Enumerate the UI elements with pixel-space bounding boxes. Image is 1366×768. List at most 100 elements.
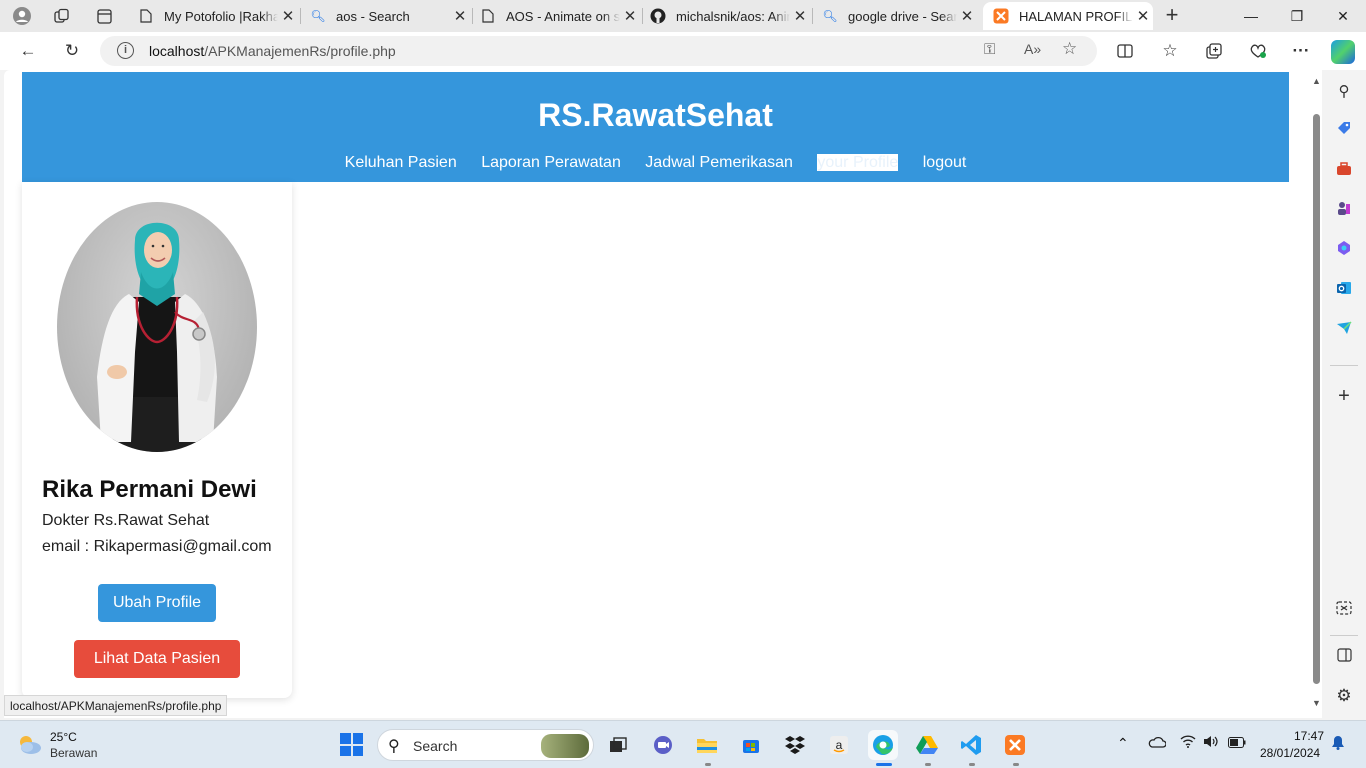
tab-title: My Potofolio |Rakha	[164, 8, 278, 24]
browser-toolbar: ← ↻ i localhost/APKManajemenRs/profile.p…	[0, 32, 1366, 70]
scroll-up-arrow-icon[interactable]: ▲	[1312, 76, 1321, 86]
notification-bell-icon[interactable]	[1331, 735, 1345, 753]
games-icon[interactable]	[1332, 200, 1356, 224]
tab-halaman-profile[interactable]: HALAMAN PROFILE ✕	[983, 2, 1153, 30]
xampp-icon	[993, 8, 1009, 24]
start-button[interactable]	[340, 733, 363, 756]
shopping-tag-icon[interactable]	[1332, 120, 1356, 144]
volume-icon[interactable]	[1203, 735, 1219, 751]
address-url[interactable]: localhost/APKManajemenRs/profile.php	[149, 43, 396, 59]
clock-time[interactable]: 17:47	[1294, 729, 1324, 743]
teams-chat-icon[interactable]	[648, 730, 678, 760]
clock-date[interactable]: 28/01/2024	[1260, 746, 1320, 760]
dropbox-icon[interactable]	[780, 730, 810, 760]
favorite-star-icon[interactable]: ☆	[1062, 39, 1077, 59]
back-button[interactable]: ←	[14, 39, 42, 63]
onedrive-cloud-icon[interactable]	[1148, 735, 1167, 751]
minimize-button[interactable]: —	[1228, 0, 1274, 32]
edit-profile-button[interactable]: Ubah Profile	[98, 584, 216, 622]
microsoft-365-icon[interactable]	[1332, 240, 1356, 264]
scroll-down-arrow-icon[interactable]: ▼	[1312, 698, 1321, 708]
tab-portfolio[interactable]: My Potofolio |Rakha ✕	[138, 2, 298, 30]
search-icon: 🔍︎	[822, 9, 838, 23]
settings-gear-icon[interactable]: ⚙	[1332, 684, 1356, 708]
address-bar[interactable]: i localhost/APKManajemenRs/profile.php ⚿…	[100, 36, 1097, 66]
close-tab-icon[interactable]: ✕	[620, 7, 640, 25]
taskbar-search[interactable]: ⚲ Search	[377, 729, 594, 761]
nav-logout[interactable]: logout	[923, 154, 967, 171]
amazon-icon[interactable]: a	[824, 730, 854, 760]
edge-sidebar: ⚲ + ⚙	[1322, 70, 1366, 718]
site-title: RS.RawatSehat	[538, 97, 773, 133]
file-explorer-icon[interactable]	[692, 730, 722, 760]
profile-card: Rika Permani Dewi Dokter Rs.Rawat Sehat …	[22, 182, 292, 698]
nav-your-profile[interactable]: your Profile	[817, 154, 899, 171]
nav-your-profile-label: your Profile	[817, 154, 899, 171]
tab-aos-animate[interactable]: AOS - Animate on scroll ✕	[480, 2, 640, 30]
site-info-icon[interactable]: i	[117, 42, 134, 59]
favorites-icon[interactable]: ☆	[1156, 39, 1184, 63]
weather-description[interactable]: Berawan	[50, 746, 97, 760]
wifi-icon[interactable]	[1180, 735, 1196, 751]
new-tab-button[interactable]: +	[1160, 4, 1184, 28]
search-icon[interactable]: ⚲	[1332, 80, 1356, 104]
close-tab-icon[interactable]: ✕	[957, 7, 977, 25]
active-indicator	[876, 763, 892, 766]
tab-title: aos - Search	[336, 8, 410, 24]
copilot-icon[interactable]	[1331, 40, 1355, 64]
sidebar-divider	[1330, 635, 1358, 636]
key-icon[interactable]: ⚿	[984, 41, 995, 58]
close-window-button[interactable]: ✕	[1320, 0, 1366, 32]
collections-icon[interactable]	[1200, 39, 1228, 63]
running-indicator	[969, 763, 975, 766]
screenshot-icon[interactable]	[1332, 600, 1356, 624]
close-tab-icon[interactable]: ✕	[450, 7, 470, 25]
tab-title: michalsnik/aos: Animate	[676, 8, 790, 24]
tools-briefcase-icon[interactable]	[1332, 160, 1356, 184]
tab-separator	[472, 8, 473, 24]
drop-send-icon[interactable]	[1332, 320, 1356, 344]
google-drive-icon[interactable]	[912, 730, 942, 760]
tab-aos-search[interactable]: 🔍︎ aos - Search ✕	[310, 2, 470, 30]
close-tab-icon[interactable]: ✕	[790, 7, 810, 25]
xampp-icon[interactable]	[1000, 730, 1030, 760]
nav-keluhan-pasien[interactable]: Keluhan Pasien	[345, 154, 457, 171]
weather-temperature[interactable]: 25°C	[50, 730, 77, 744]
browser-essentials-icon[interactable]	[1244, 39, 1272, 63]
github-icon	[650, 8, 666, 24]
hide-sidebar-icon[interactable]	[1332, 646, 1356, 670]
battery-icon[interactable]	[1228, 735, 1246, 751]
microsoft-store-icon[interactable]	[736, 730, 766, 760]
read-aloud-icon[interactable]: A»	[1024, 41, 1041, 57]
workspaces-icon[interactable]	[48, 4, 76, 28]
more-options-icon[interactable]: ···	[1287, 39, 1315, 63]
outlook-icon[interactable]	[1332, 280, 1356, 304]
search-icon: 🔍︎	[310, 9, 326, 23]
close-tab-icon[interactable]: ✕	[1133, 7, 1153, 25]
cloudy-weather-icon[interactable]	[16, 733, 42, 755]
task-view-icon[interactable]	[603, 730, 633, 760]
tab-github[interactable]: michalsnik/aos: Animate ✕	[650, 2, 810, 30]
profile-email: email : Rikapermasi@gmail.com	[42, 538, 272, 555]
show-hidden-icons-icon[interactable]: ⌃	[1117, 735, 1129, 752]
scrollbar-thumb[interactable]	[1313, 114, 1320, 684]
tab-google-drive-search[interactable]: 🔍︎ google drive - Search ✕	[822, 2, 977, 30]
refresh-button[interactable]: ↻	[58, 39, 86, 63]
edge-browser-icon[interactable]	[868, 730, 898, 760]
split-screen-icon[interactable]	[1111, 39, 1139, 63]
running-indicator	[705, 763, 711, 766]
close-tab-icon[interactable]: ✕	[278, 7, 298, 25]
view-patient-data-button[interactable]: Lihat Data Pasien	[74, 640, 240, 678]
profile-role: Dokter Rs.Rawat Sehat	[42, 512, 210, 529]
restore-button[interactable]: ❐	[1274, 0, 1320, 32]
site-header: RS.RawatSehat Keluhan Pasien Laporan Per…	[22, 72, 1289, 182]
vscode-icon[interactable]	[956, 730, 986, 760]
main-nav: Keluhan Pasien Laporan Perawatan Jadwal …	[22, 154, 1289, 172]
nav-laporan-perawatan[interactable]: Laporan Perawatan	[481, 154, 621, 171]
nav-jadwal-pemeriksaan[interactable]: Jadwal Pemerikasan	[645, 154, 793, 171]
tab-actions-icon[interactable]	[90, 4, 118, 28]
profile-icon[interactable]	[8, 4, 36, 28]
add-sidebar-app-icon[interactable]: +	[1332, 384, 1356, 408]
page-scrollbar[interactable]: ▲ ▼	[1310, 70, 1322, 718]
status-bar-url: localhost/APKManajemenRs/profile.php	[4, 695, 228, 716]
